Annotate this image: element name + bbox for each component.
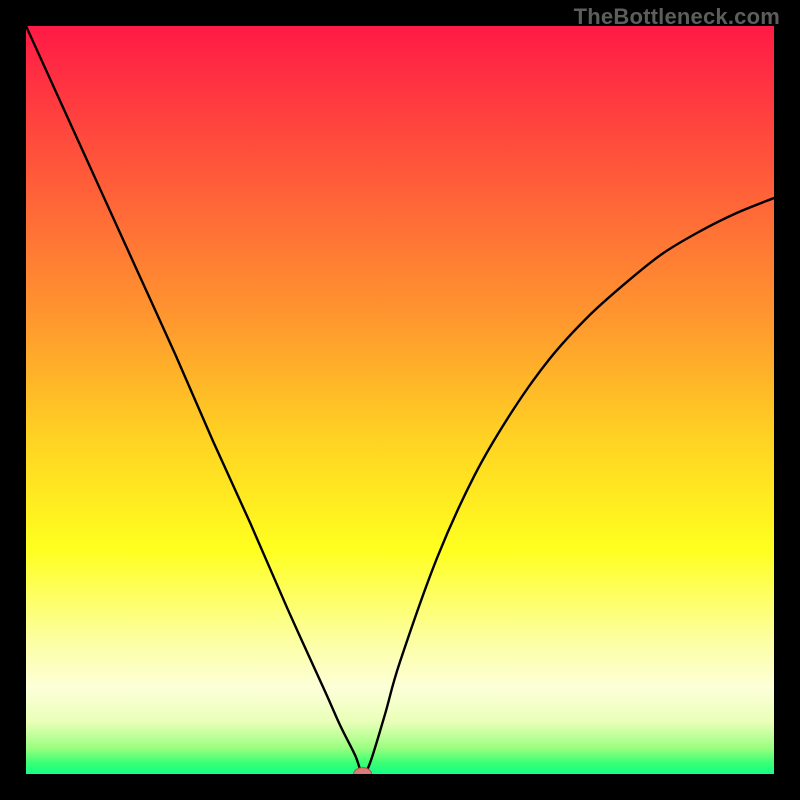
chart-frame: TheBottleneck.com	[0, 0, 800, 800]
watermark-text: TheBottleneck.com	[574, 4, 780, 30]
bottleneck-chart-svg	[26, 26, 774, 774]
plot-area	[26, 26, 774, 774]
